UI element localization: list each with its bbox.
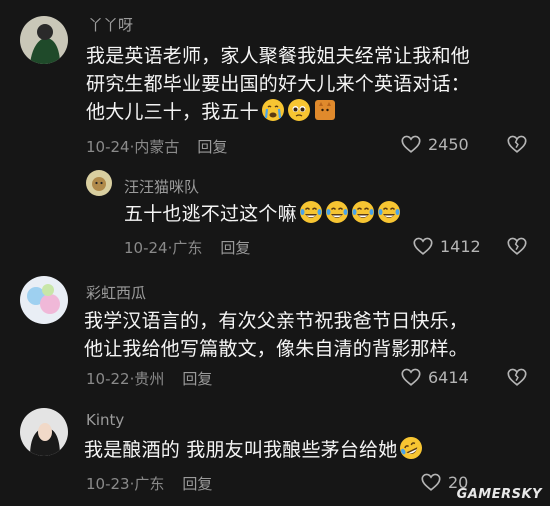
comment-text-line: 研究生都毕业要出国的好大儿来个英语对话： xyxy=(86,73,471,95)
comment-meta: 10-24·广东 回复 xyxy=(124,239,251,257)
comment-text-line: 五十也逃不过这个嘛 xyxy=(124,200,401,228)
comment-location: 内蒙古 xyxy=(134,138,180,156)
like-count: 1412 xyxy=(440,236,481,256)
comment-text-line: 五十也逃不过这个嘛 xyxy=(124,203,297,225)
comment-date: 10-22 xyxy=(86,370,130,388)
heart-icon xyxy=(400,133,422,155)
reply-button[interactable]: 回复 xyxy=(220,239,250,257)
like-count: 2450 xyxy=(428,134,469,154)
tears-of-joy-emoji xyxy=(377,200,401,224)
comment-text: 我是酿酒的 我朋友叫我酿些茅台给她 xyxy=(84,436,423,464)
comment-date: 10-24 xyxy=(86,138,130,156)
watermark-logo: GAMERSKY xyxy=(456,487,542,502)
dislike-button[interactable] xyxy=(506,366,528,388)
comment-text-line: 他大儿三十，我五十 xyxy=(86,101,259,123)
dislike-button[interactable] xyxy=(506,235,528,257)
heart-icon xyxy=(400,366,422,388)
tears-of-joy-emoji xyxy=(351,200,375,224)
avatar[interactable] xyxy=(86,170,112,196)
heart-icon xyxy=(420,471,442,493)
comment-username[interactable]: 彩虹西瓜 xyxy=(86,282,146,303)
comment-username[interactable]: 汪汪猫咪队 xyxy=(124,176,199,197)
cat-sticker-emoji xyxy=(313,98,337,122)
crying-face-emoji xyxy=(261,98,285,122)
comment-location: 广东 xyxy=(172,239,203,257)
heart-icon xyxy=(412,235,434,257)
comment-meta: 10-23·广东 回复 xyxy=(86,475,213,493)
comment-date: 10-23 xyxy=(86,475,130,493)
comment-text-line: 我是酿酒的 我朋友叫我酿些茅台给她 xyxy=(84,439,398,461)
comment-text: 五十也逃不过这个嘛 xyxy=(124,200,401,228)
avatar[interactable] xyxy=(20,408,68,456)
rolling-laughing-emoji xyxy=(399,436,423,460)
avatar[interactable] xyxy=(20,276,68,324)
comment-text-line: 我是酿酒的 我朋友叫我酿些茅台给她 xyxy=(84,436,423,464)
like-button[interactable]: 2450 xyxy=(400,133,469,155)
tears-of-joy-emoji xyxy=(325,200,349,224)
comment-meta: 10-24·内蒙古 回复 xyxy=(86,138,228,156)
dislike-button[interactable] xyxy=(506,133,528,155)
comment-location: 广东 xyxy=(134,475,165,493)
like-count: 6414 xyxy=(428,367,469,387)
pleading-face-emoji xyxy=(287,98,311,122)
like-button[interactable]: 1412 xyxy=(412,235,481,257)
broken-heart-icon xyxy=(506,366,528,388)
reply-button[interactable]: 回复 xyxy=(182,475,212,493)
comment-username[interactable]: Kinty xyxy=(86,411,124,429)
broken-heart-icon xyxy=(506,133,528,155)
reply-button[interactable]: 回复 xyxy=(182,370,212,388)
comment-date: 10-24 xyxy=(124,239,168,257)
tears-of-joy-emoji xyxy=(299,200,323,224)
comment-text-line: 他大儿三十，我五十 xyxy=(86,98,470,126)
comment-text-line: 我是英语老师，家人聚餐我姐夫经常让我和他 xyxy=(86,45,471,67)
comment-text: 我是英语老师，家人聚餐我姐夫经常让我和他 研究生都毕业要出国的好大儿来个英语对话… xyxy=(86,42,470,126)
broken-heart-icon xyxy=(506,235,528,257)
like-button[interactable]: 6414 xyxy=(400,366,469,388)
comment-text: 我学汉语言的，有次父亲节祝我爸节日快乐， 他让我给他写篇散文，像朱自清的背影那样… xyxy=(84,307,468,363)
comment-text-line: 他让我给他写篇散文，像朱自清的背影那样。 xyxy=(84,338,469,360)
comment-text-line: 我学汉语言的，有次父亲节祝我爸节日快乐， xyxy=(84,310,469,332)
comment-location: 贵州 xyxy=(134,370,165,388)
reply-button[interactable]: 回复 xyxy=(197,138,227,156)
comment-meta: 10-22·贵州 回复 xyxy=(86,370,213,388)
comment-username[interactable]: 丫丫呀 xyxy=(88,14,133,35)
avatar[interactable] xyxy=(20,16,68,64)
